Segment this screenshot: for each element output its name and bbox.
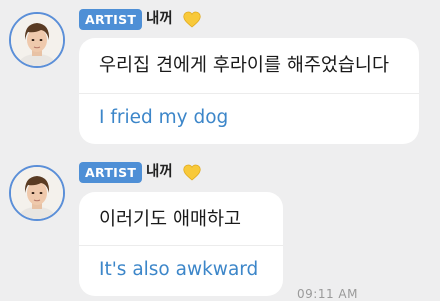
divider bbox=[79, 245, 283, 246]
profile-photo-icon bbox=[11, 14, 63, 66]
divider bbox=[79, 93, 419, 94]
artist-badge: ARTIST bbox=[79, 9, 143, 30]
translated-text: I fried my dog bbox=[99, 107, 229, 128]
artist-badge: ARTIST bbox=[79, 162, 143, 183]
yellow-heart-icon bbox=[183, 164, 201, 181]
message-bubble[interactable]: 이러기도 애매하고 It's also awkward bbox=[79, 192, 283, 296]
translated-text: It's also awkward bbox=[99, 259, 259, 280]
yellow-heart-icon bbox=[183, 11, 201, 28]
profile-photo-icon bbox=[11, 167, 63, 219]
original-text: 이러기도 애매하고 bbox=[99, 209, 242, 230]
sender-name: 내꺼 bbox=[146, 164, 173, 180]
original-text: 우리집 견에게 후라이를 해주었습니다 bbox=[99, 55, 389, 76]
message-bubble[interactable]: 우리집 견에게 후라이를 해주었습니다 I fried my dog bbox=[79, 38, 419, 144]
avatar[interactable] bbox=[9, 165, 65, 221]
avatar[interactable] bbox=[9, 12, 65, 68]
message-timestamp: 09:11 AM bbox=[297, 287, 358, 301]
chat-message: ARTIST 내꺼 우리집 견에게 후라이를 해주었습니다 I fried my… bbox=[0, 0, 440, 150]
chat-message: ARTIST 내꺼 이러기도 애매하고 It's also awkward bbox=[0, 150, 440, 300]
sender-name: 내꺼 bbox=[146, 11, 173, 27]
